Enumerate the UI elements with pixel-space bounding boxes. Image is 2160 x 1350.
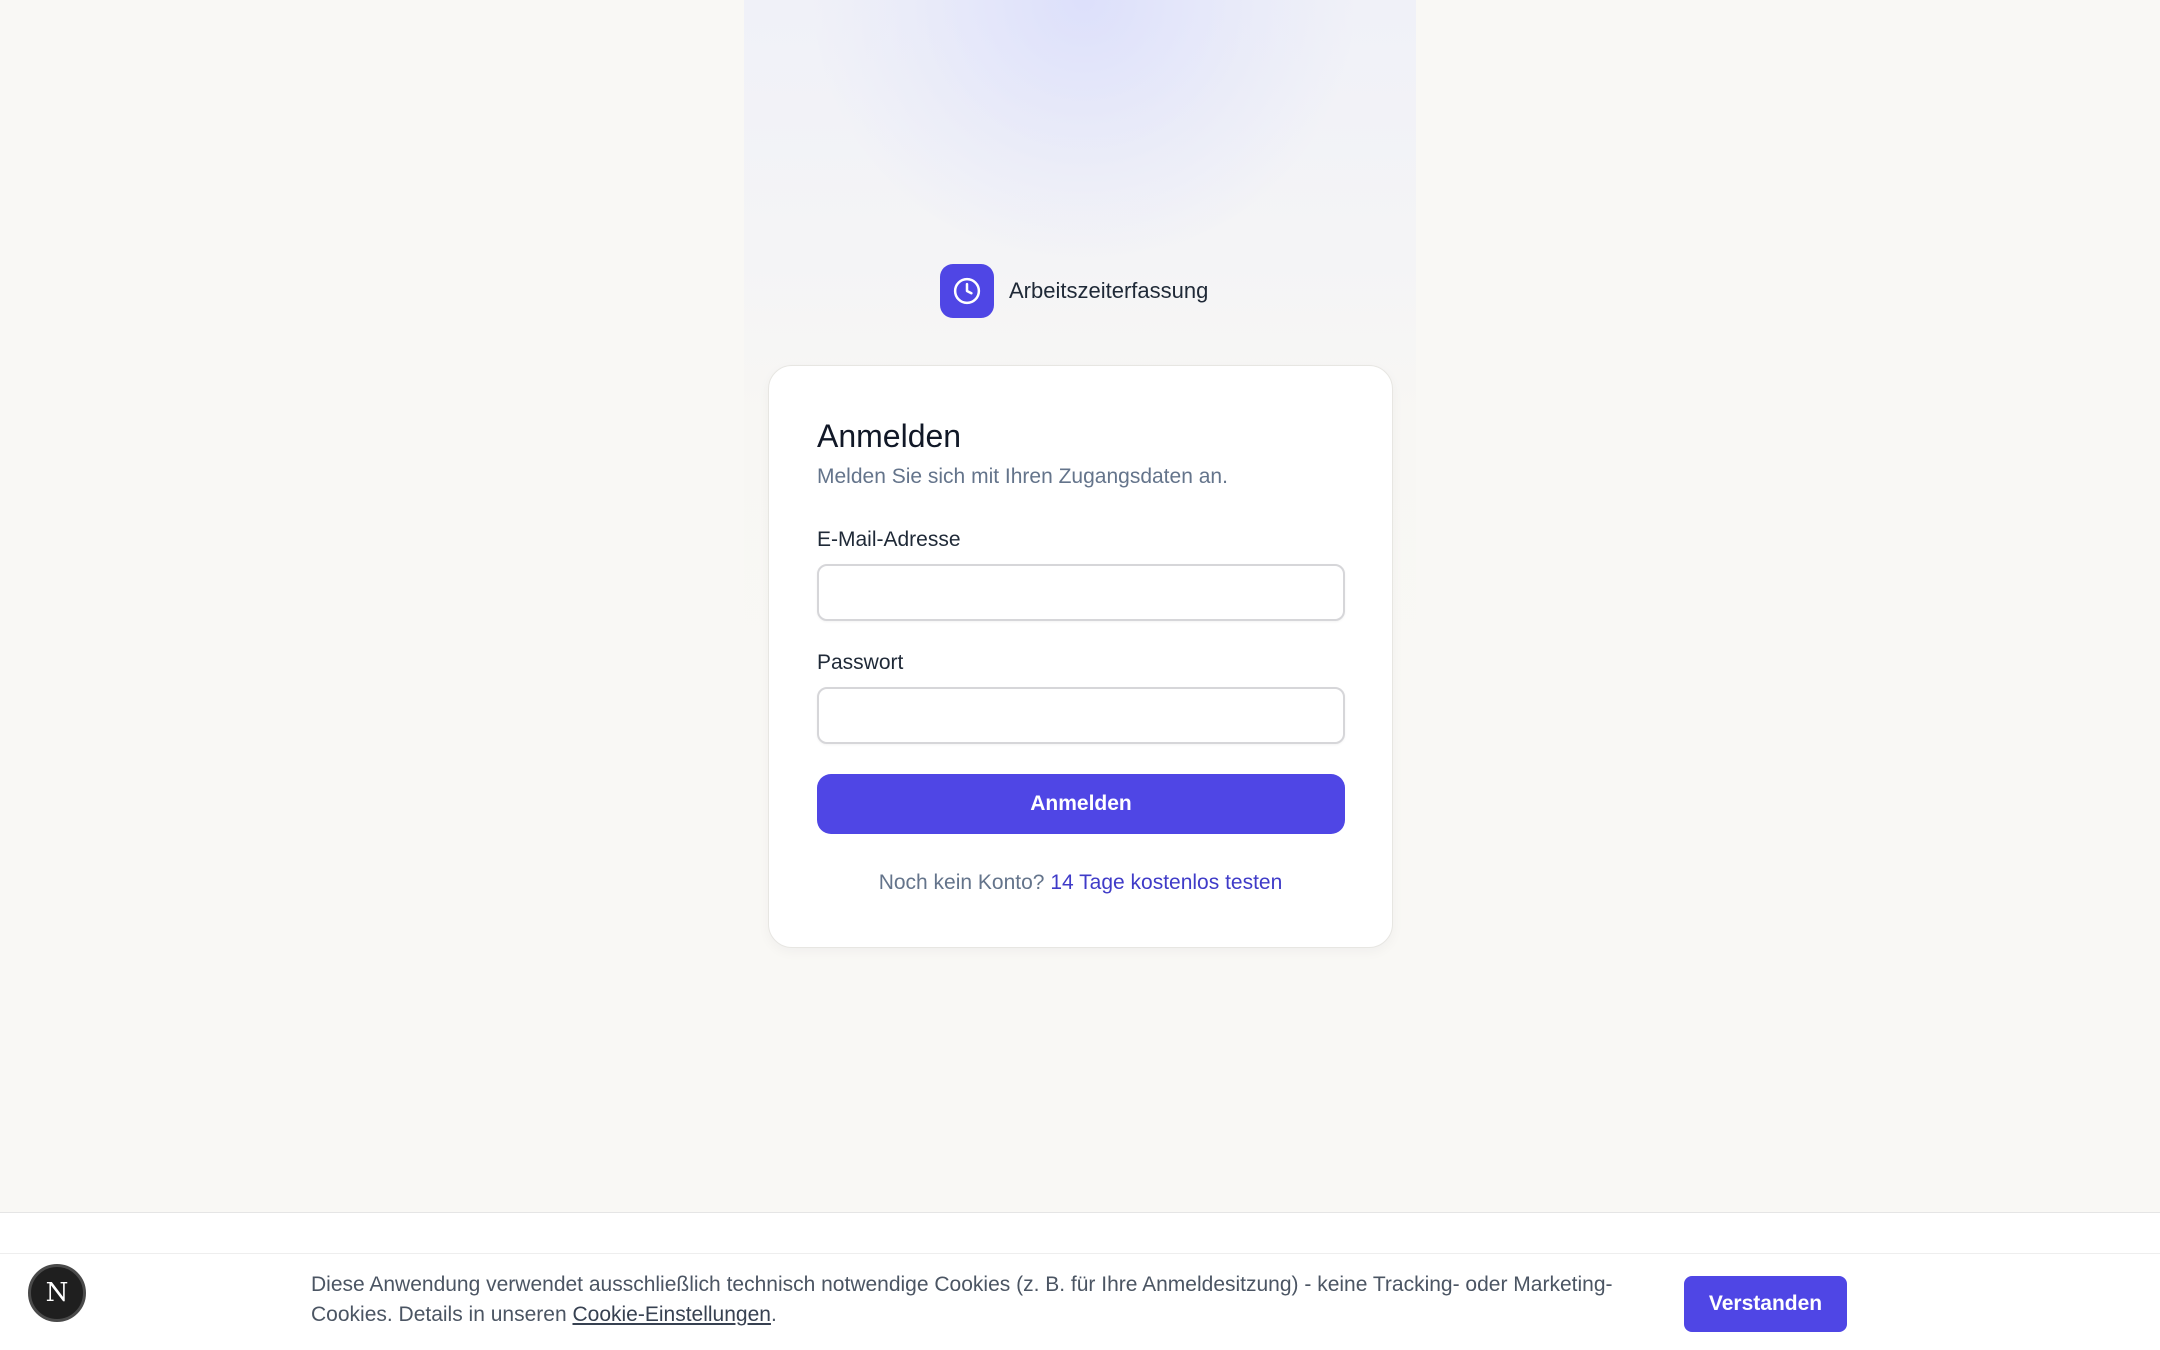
signup-line: Noch kein Konto? 14 Tage kostenlos teste…	[769, 871, 1392, 895]
signup-prompt: Noch kein Konto?	[878, 871, 1045, 894]
page: Arbeitszeiterfassung Anmelden Melden Sie…	[0, 0, 2160, 1350]
password-field[interactable]	[817, 687, 1345, 744]
cookie-suffix: .	[770, 1303, 777, 1326]
email-field[interactable]	[817, 564, 1345, 621]
login-title: Anmelden	[817, 418, 962, 454]
brand-name: Arbeitszeiterfassung	[1009, 278, 1209, 303]
password-label: Passwort	[817, 651, 904, 674]
login-button[interactable]: Anmelden	[817, 774, 1345, 834]
cookie-text: Diese Anwendung verwendet ausschließlich…	[311, 1270, 1671, 1330]
email-label: E-Mail-Adresse	[817, 528, 961, 551]
cookie-accept-button[interactable]: Verstanden	[1684, 1276, 1847, 1332]
signup-link[interactable]: 14 Tage kostenlos testen	[1050, 871, 1282, 894]
cookie-banner: Diese Anwendung verwendet ausschließlich…	[0, 1212, 2160, 1350]
dev-tools-button[interactable]: N	[28, 1264, 86, 1322]
divider	[0, 1253, 2160, 1254]
dev-badge-letter: N	[45, 1278, 69, 1308]
login-subtitle: Melden Sie sich mit Ihren Zugangsdaten a…	[817, 465, 1228, 488]
clock-icon	[940, 264, 994, 318]
background-glow	[814, 0, 1354, 260]
brand: Arbeitszeiterfassung	[940, 264, 1208, 318]
login-card: Anmelden Melden Sie sich mit Ihren Zugan…	[768, 365, 1393, 948]
cookie-message: Diese Anwendung verwendet ausschließlich…	[311, 1273, 1613, 1326]
cookie-settings-link[interactable]: Cookie-Einstellungen	[572, 1303, 770, 1326]
